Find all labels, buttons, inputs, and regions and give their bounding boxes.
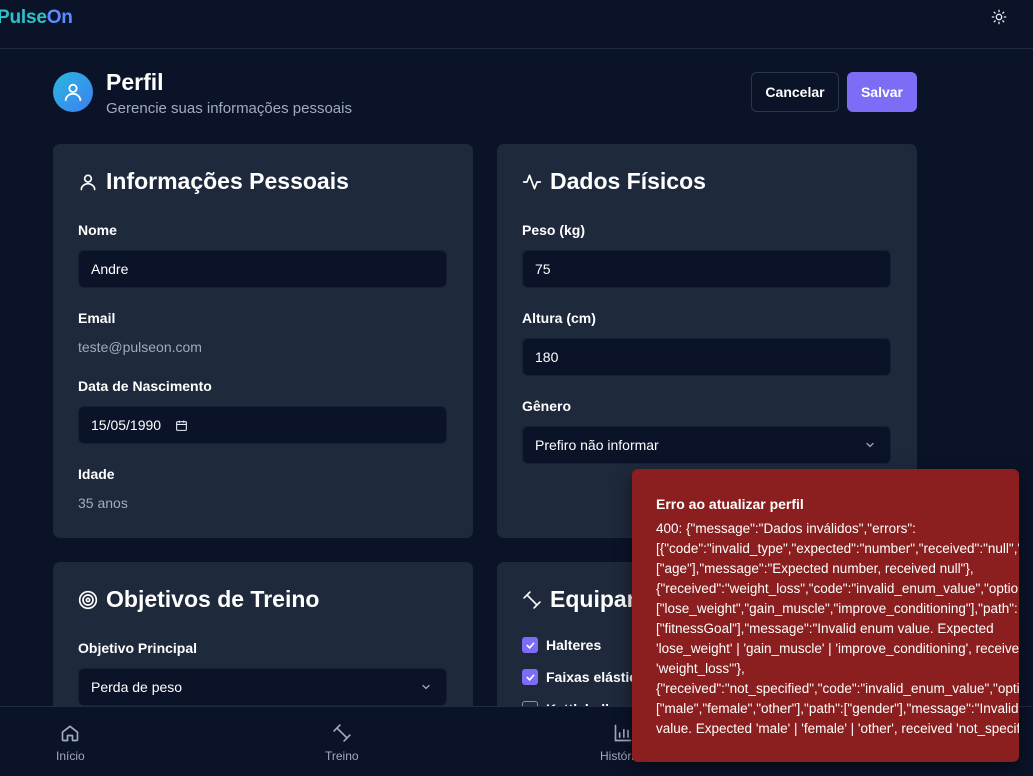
main-goal-select[interactable]: Perda de peso	[78, 668, 447, 706]
birth-date-field[interactable]: 15/05/1990	[78, 406, 447, 444]
logo-part-1: Pulse	[0, 7, 47, 28]
toast-line: ["lose_weight","gain_muscle","improve_co…	[656, 601, 1018, 616]
toast-line: ["age"],"message":"Expected number, rece…	[656, 561, 974, 576]
checkbox-checked[interactable]	[522, 669, 538, 685]
cancel-button[interactable]: Cancelar	[751, 72, 839, 112]
user-icon	[80, 174, 96, 190]
error-toast[interactable]: Erro ao atualizar perfil 400: {"message"…	[632, 469, 1019, 762]
equipment-item-halteres[interactable]: Halteres	[522, 637, 601, 653]
email-label: Email	[78, 310, 116, 326]
toast-line: value. Expected 'male' | 'female' | 'oth…	[656, 721, 1019, 736]
user-icon	[64, 83, 82, 102]
age-value: 35 anos	[78, 495, 128, 511]
theme-toggle-button[interactable]	[988, 6, 1010, 28]
height-value: 180	[535, 349, 559, 365]
main-goal-label: Objetivo Principal	[78, 640, 198, 656]
training-goals-title-text: Objetivos de Treino	[106, 586, 320, 612]
target-icon	[78, 590, 98, 609]
chevron-down-icon	[866, 442, 874, 448]
page-title: Perfil	[106, 69, 164, 95]
check-icon	[525, 641, 535, 649]
toast-line: 400: {"message":"Dados inválidos","error…	[656, 521, 916, 536]
gender-select[interactable]: Prefiro não informar	[522, 426, 891, 464]
page-header: Perfil Gerencie suas informações pessoai…	[53, 69, 917, 120]
toast-line: 'weight_loss'"},	[656, 661, 745, 676]
chart-icon	[615, 724, 632, 742]
email-value: teste@pulseon.com	[78, 339, 202, 355]
weight-value: 75	[535, 261, 551, 277]
name-label: Nome	[78, 222, 117, 238]
chevron-down-icon	[422, 684, 430, 690]
nav-item-inicio[interactable]: Início	[56, 723, 85, 763]
name-value: Andre	[91, 261, 129, 277]
checkbox-checked[interactable]	[522, 637, 538, 653]
toast-line: ["male","female","other"],"path":["gende…	[656, 701, 1019, 716]
dumbbell-icon	[333, 724, 351, 742]
weight-field[interactable]: 75	[522, 250, 891, 288]
main-goal-value: Perda de peso	[91, 679, 183, 695]
toast-line: [{"code":"invalid_type","expected":"numb…	[656, 541, 1019, 556]
toast-line: {"received":"weight_loss","code":"invali…	[656, 581, 1019, 596]
toast-line: {"received":"not_specified","code":"inva…	[656, 681, 1019, 696]
height-label: Altura (cm)	[522, 310, 596, 326]
save-button[interactable]: Salvar	[847, 72, 917, 112]
physical-data-title-text: Dados Físicos	[550, 168, 706, 194]
top-bar: PulseOn	[0, 0, 1033, 49]
weight-label: Peso (kg)	[522, 222, 586, 238]
training-goals-title: Objetivos de Treino	[78, 586, 319, 613]
dumbbell-icon	[523, 590, 541, 609]
personal-info-card: Informações Pessoais Nome Andre Email te…	[53, 144, 473, 538]
birth-date-label: Data de Nascimento	[78, 378, 212, 394]
height-field[interactable]: 180	[522, 338, 891, 376]
birth-date-value: 15/05/1990	[91, 417, 162, 433]
personal-info-title: Informações Pessoais	[78, 168, 349, 195]
name-field[interactable]: Andre	[78, 250, 447, 288]
gender-value: Prefiro não informar	[535, 437, 659, 453]
gender-label: Gênero	[522, 398, 572, 414]
logo-part-2: On	[46, 7, 73, 28]
toast-message: 400: {"message":"Dados inválidos","error…	[656, 519, 1019, 739]
toast-title: Erro ao atualizar perfil	[656, 496, 804, 512]
equipment-item-label: Halteres	[546, 637, 602, 653]
check-icon	[525, 673, 535, 681]
age-label: Idade	[78, 466, 115, 482]
physical-data-title: Dados Físicos	[522, 168, 706, 195]
avatar	[53, 72, 93, 112]
calendar-icon[interactable]	[175, 419, 188, 432]
nav-item-label: Treino	[325, 749, 359, 763]
toast-line: ["fitnessGoal"],"message":"Invalid enum …	[656, 621, 994, 636]
nav-item-label: Início	[56, 749, 85, 763]
sun-icon	[991, 9, 1007, 25]
toast-line: 'lose_weight' | 'gain_muscle' | 'improve…	[656, 641, 1019, 656]
app-logo[interactable]: PulseOn	[0, 7, 73, 29]
personal-info-title-text: Informações Pessoais	[106, 168, 349, 194]
nav-item-treino[interactable]: Treino	[325, 723, 359, 763]
home-icon	[62, 725, 79, 742]
page-subtitle: Gerencie suas informações pessoais	[106, 100, 352, 117]
activity-icon	[522, 174, 542, 189]
